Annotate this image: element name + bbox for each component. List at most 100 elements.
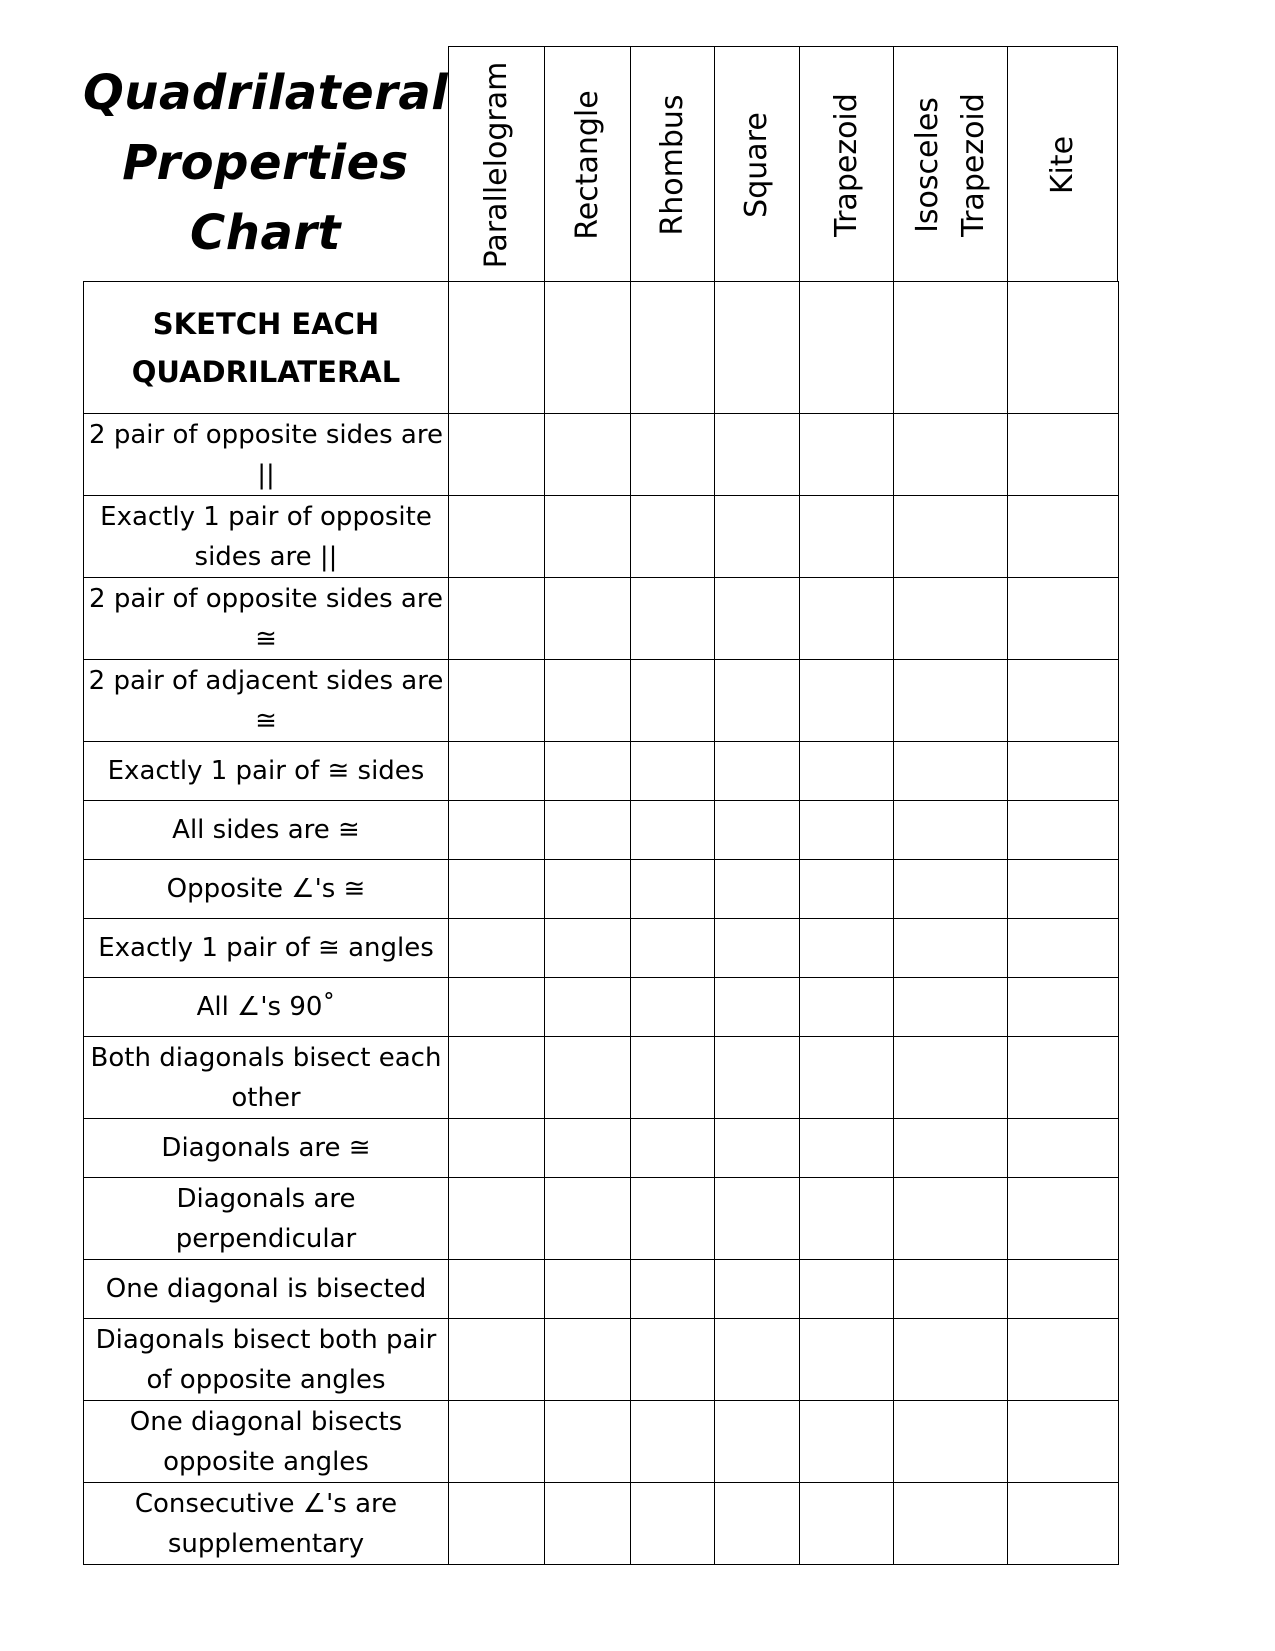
answer-cell[interactable] [544,741,631,801]
answer-cell[interactable] [448,1036,545,1119]
answer-cell[interactable] [544,495,631,578]
answer-cell[interactable] [630,413,715,496]
answer-cell[interactable] [630,741,715,801]
answer-cell[interactable] [630,1318,715,1401]
answer-cell[interactable] [544,577,631,660]
answer-cell[interactable] [448,1118,545,1178]
answer-cell[interactable] [893,1482,1008,1565]
answer-cell[interactable] [714,281,800,414]
answer-cell[interactable] [448,659,545,742]
answer-cell[interactable] [799,577,894,660]
answer-cell[interactable] [714,659,800,742]
answer-cell[interactable] [799,741,894,801]
answer-cell[interactable] [1007,800,1119,860]
answer-cell[interactable] [1007,281,1119,414]
answer-cell[interactable] [893,1400,1008,1483]
answer-cell[interactable] [448,495,545,578]
answer-cell[interactable] [448,741,545,801]
answer-cell[interactable] [1007,495,1119,578]
answer-cell[interactable] [799,1259,894,1319]
answer-cell[interactable] [799,413,894,496]
answer-cell[interactable] [448,918,545,978]
answer-cell[interactable] [1007,1118,1119,1178]
answer-cell[interactable] [630,495,715,578]
answer-cell[interactable] [714,918,800,978]
answer-cell[interactable] [714,1318,800,1401]
answer-cell[interactable] [448,800,545,860]
answer-cell[interactable] [1007,1400,1119,1483]
answer-cell[interactable] [714,1259,800,1319]
answer-cell[interactable] [544,1177,631,1260]
answer-cell[interactable] [448,413,545,496]
answer-cell[interactable] [893,495,1008,578]
answer-cell[interactable] [799,1482,894,1565]
answer-cell[interactable] [448,1400,545,1483]
answer-cell[interactable] [630,1482,715,1565]
answer-cell[interactable] [1007,918,1119,978]
answer-cell[interactable] [893,1259,1008,1319]
answer-cell[interactable] [799,977,894,1037]
answer-cell[interactable] [893,918,1008,978]
answer-cell[interactable] [714,495,800,578]
answer-cell[interactable] [799,281,894,414]
answer-cell[interactable] [630,659,715,742]
answer-cell[interactable] [714,859,800,919]
answer-cell[interactable] [1007,741,1119,801]
answer-cell[interactable] [448,577,545,660]
answer-cell[interactable] [544,1259,631,1319]
answer-cell[interactable] [544,918,631,978]
answer-cell[interactable] [714,1118,800,1178]
answer-cell[interactable] [630,281,715,414]
answer-cell[interactable] [799,1118,894,1178]
answer-cell[interactable] [1007,1036,1119,1119]
answer-cell[interactable] [799,1177,894,1260]
answer-cell[interactable] [893,1318,1008,1401]
answer-cell[interactable] [630,918,715,978]
answer-cell[interactable] [1007,659,1119,742]
answer-cell[interactable] [714,1400,800,1483]
answer-cell[interactable] [714,577,800,660]
answer-cell[interactable] [1007,859,1119,919]
answer-cell[interactable] [448,977,545,1037]
answer-cell[interactable] [544,859,631,919]
answer-cell[interactable] [893,859,1008,919]
answer-cell[interactable] [1007,1318,1119,1401]
answer-cell[interactable] [544,1036,631,1119]
answer-cell[interactable] [799,859,894,919]
answer-cell[interactable] [893,577,1008,660]
answer-cell[interactable] [799,1400,894,1483]
answer-cell[interactable] [630,800,715,860]
answer-cell[interactable] [544,659,631,742]
answer-cell[interactable] [893,1118,1008,1178]
answer-cell[interactable] [714,1177,800,1260]
answer-cell[interactable] [1007,1177,1119,1260]
answer-cell[interactable] [544,1400,631,1483]
answer-cell[interactable] [1007,413,1119,496]
answer-cell[interactable] [714,1482,800,1565]
answer-cell[interactable] [630,859,715,919]
answer-cell[interactable] [714,800,800,860]
answer-cell[interactable] [448,281,545,414]
answer-cell[interactable] [630,577,715,660]
answer-cell[interactable] [893,741,1008,801]
answer-cell[interactable] [630,1036,715,1119]
answer-cell[interactable] [714,413,800,496]
answer-cell[interactable] [799,659,894,742]
answer-cell[interactable] [1007,1259,1119,1319]
answer-cell[interactable] [714,741,800,801]
answer-cell[interactable] [544,281,631,414]
answer-cell[interactable] [799,1318,894,1401]
answer-cell[interactable] [1007,977,1119,1037]
answer-cell[interactable] [799,1036,894,1119]
answer-cell[interactable] [544,1318,631,1401]
answer-cell[interactable] [630,1118,715,1178]
answer-cell[interactable] [893,1177,1008,1260]
answer-cell[interactable] [799,800,894,860]
answer-cell[interactable] [714,1036,800,1119]
answer-cell[interactable] [448,1318,545,1401]
answer-cell[interactable] [448,1482,545,1565]
answer-cell[interactable] [799,918,894,978]
answer-cell[interactable] [893,659,1008,742]
answer-cell[interactable] [448,1177,545,1260]
answer-cell[interactable] [1007,577,1119,660]
